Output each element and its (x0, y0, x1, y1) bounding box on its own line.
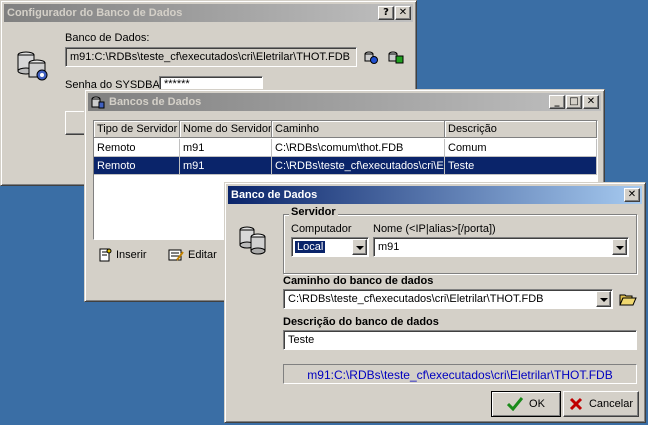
bancos-titlebar[interactable]: Bancos de Dados _ □ ✕ (88, 93, 601, 111)
database-icon (91, 96, 105, 109)
path-select[interactable]: C:\RDBs\teste_cf\executados\cri\Eletrila… (283, 289, 613, 309)
description-input[interactable]: Teste (283, 330, 637, 350)
dialog-close-button[interactable]: ✕ (624, 188, 640, 202)
edit-button[interactable]: Editar (163, 244, 223, 266)
computer-select[interactable]: Local (291, 237, 369, 257)
insert-button[interactable]: Inserir (93, 244, 153, 266)
database-icon (239, 226, 266, 255)
server-name-select[interactable]: m91 (373, 237, 629, 257)
insert-icon (99, 248, 112, 262)
configurador-title: Configurador do Banco de Dados (7, 7, 183, 19)
db-path-field[interactable]: m91:C:\RDBs\teste_cf\executados\cri\Elet… (65, 47, 357, 67)
chevron-down-icon[interactable] (612, 239, 627, 255)
cancel-x-icon (569, 397, 583, 411)
dialog-titlebar[interactable]: Banco de Dados ✕ (228, 186, 642, 204)
edit-icon (168, 249, 184, 261)
dialog-title: Banco de Dados (231, 189, 318, 201)
checkmark-icon (507, 397, 524, 411)
bancos-title: Bancos de Dados (109, 96, 202, 108)
configurador-titlebar[interactable]: Configurador do Banco de Dados ? ✕ (4, 4, 413, 22)
cancel-button[interactable]: Cancelar (563, 391, 639, 417)
column-header-descricao[interactable]: Descrição (445, 121, 597, 138)
banco-dialog: Banco de Dados ✕ Servidor Computador Loc… (224, 182, 646, 423)
db-label: Banco de Dados: (65, 32, 150, 44)
column-header-nome[interactable]: Nome do Servidor (180, 121, 272, 138)
column-header-caminho[interactable]: Caminho (272, 121, 445, 138)
computer-value: Local (293, 240, 327, 254)
database-tools-icon[interactable] (387, 49, 405, 65)
database-config-icon (17, 51, 48, 81)
close-button[interactable]: ✕ (395, 6, 411, 20)
maximize-button[interactable]: □ (566, 95, 582, 109)
chevron-down-icon[interactable] (352, 239, 367, 255)
help-button[interactable]: ? (378, 6, 394, 20)
connection-string-display: m91:C:\RDBs\teste_cf\executados\cri\Elet… (283, 364, 637, 384)
path-label: Caminho do banco de dados (283, 275, 434, 287)
server-name-label: Nome (<IP|alias>[/porta]) (373, 223, 496, 235)
chevron-down-icon[interactable] (596, 291, 611, 307)
minimize-button[interactable]: _ (549, 95, 565, 109)
ok-button[interactable]: OK (491, 391, 561, 417)
folder-open-icon[interactable] (619, 291, 637, 307)
computer-label: Computador (291, 223, 352, 235)
description-label: Descrição do banco de dados (283, 316, 439, 328)
bancos-close-button[interactable]: ✕ (583, 95, 599, 109)
select-database-icon[interactable] (363, 49, 379, 65)
server-group-title: Servidor (289, 206, 338, 218)
column-header-tipo[interactable]: Tipo de Servidor (94, 121, 180, 138)
